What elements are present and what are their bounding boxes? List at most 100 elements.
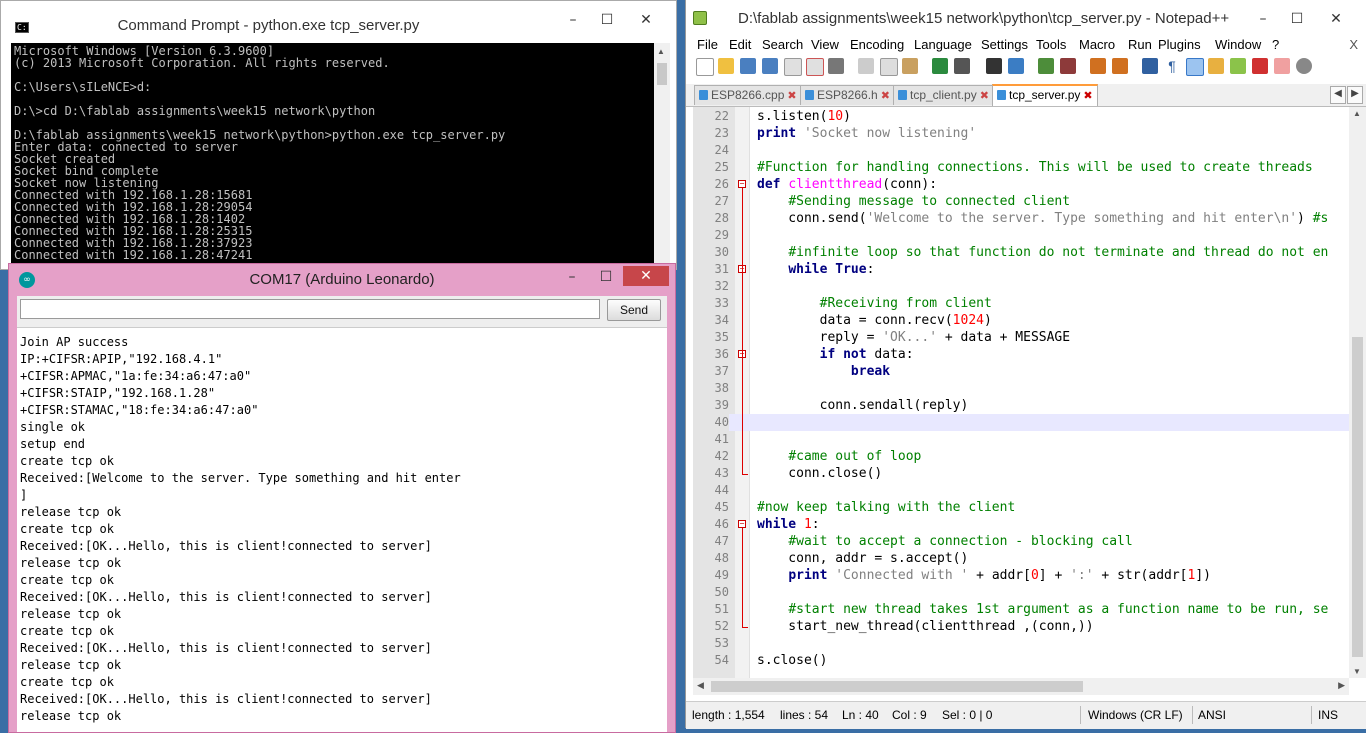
menu-plugins[interactable]: Plugins: [1158, 37, 1201, 52]
notepad-plus-plus-window[interactable]: D:\fablab assignments\week15 network\pyt…: [685, 0, 1366, 729]
menu-language[interactable]: Language: [914, 37, 972, 52]
maximize-icon[interactable]: ☐: [590, 9, 624, 31]
minimize-icon[interactable]: –: [556, 9, 590, 31]
zoom-in-icon[interactable]: [1038, 58, 1054, 74]
replace-icon[interactable]: [1008, 58, 1024, 74]
document-map-icon[interactable]: [1230, 58, 1246, 74]
cmd-scroll-thumb[interactable]: [657, 63, 667, 85]
code-line-39[interactable]: 39 conn.sendall(reply): [693, 397, 1349, 414]
code-line-26[interactable]: 26 def clientthread(conn): −: [693, 176, 1349, 193]
tab-tcp-server[interactable]: tcp_server.py ✖: [992, 84, 1098, 106]
code-line-45[interactable]: 45 #now keep talking with the client: [693, 499, 1349, 516]
tab-scroll-left-icon[interactable]: ◀: [1330, 86, 1346, 104]
zoom-out-icon[interactable]: [1060, 58, 1076, 74]
menu-tools[interactable]: Tools: [1036, 37, 1066, 52]
code-line-52[interactable]: 52 start_new_thread(clientthread ,(conn,…: [693, 618, 1349, 635]
scroll-down-icon[interactable]: ▼: [1353, 667, 1361, 676]
editor-vertical-scrollbar[interactable]: ▲ ▼: [1349, 107, 1366, 678]
tab-scroll-right-icon[interactable]: ▶: [1347, 86, 1363, 104]
code-line-40[interactable]: 40: [693, 414, 1349, 431]
menu-help[interactable]: ?: [1272, 37, 1279, 52]
menu-edit[interactable]: Edit: [729, 37, 751, 52]
save-all-icon[interactable]: [762, 58, 778, 74]
code-line-41[interactable]: 41: [693, 431, 1349, 448]
code-editor[interactable]: 22 s.listen(10) 23 print 'Socket now listen…: [693, 107, 1349, 678]
close-icon[interactable]: ✕: [624, 9, 668, 31]
code-line-44[interactable]: 44: [693, 482, 1349, 499]
code-line-51[interactable]: 51 #start new thread takes 1st argument …: [693, 601, 1349, 618]
code-line-42[interactable]: 42 #came out of loop: [693, 448, 1349, 465]
code-line-32[interactable]: 32: [693, 278, 1349, 295]
arduino-titlebar[interactable]: ∞ COM17 (Arduino Leonardo) – ☐ ✕: [9, 264, 675, 296]
tab-close-icon[interactable]: ✖: [881, 90, 890, 102]
show-all-characters-icon[interactable]: ¶: [1164, 58, 1180, 74]
code-line-36[interactable]: 36 if not data:−: [693, 346, 1349, 363]
code-line-30[interactable]: 30 #infinite loop so that function do no…: [693, 244, 1349, 261]
indent-guide-icon[interactable]: [1186, 58, 1204, 76]
close-file-icon[interactable]: [784, 58, 802, 76]
arduino-serial-monitor-window[interactable]: ∞ COM17 (Arduino Leonardo) – ☐ ✕ Send Jo…: [8, 263, 676, 733]
code-line-50[interactable]: 50: [693, 584, 1349, 601]
scroll-up-icon[interactable]: ▲: [1353, 109, 1361, 118]
playback-icon[interactable]: [1296, 58, 1312, 74]
menu-search[interactable]: Search: [762, 37, 803, 52]
code-line-28[interactable]: 28 conn.send('Welcome to the server. Typ…: [693, 210, 1349, 227]
maximize-icon[interactable]: ☐: [589, 266, 623, 288]
cmd-titlebar[interactable]: C: Command Prompt - python.exe tcp_serve…: [1, 1, 676, 39]
vertical-scroll-thumb[interactable]: [1352, 337, 1363, 657]
menu-settings[interactable]: Settings: [981, 37, 1028, 52]
cmd-scrollbar[interactable]: ▲: [654, 43, 670, 268]
code-line-49[interactable]: 49 print 'Connected with ' + addr[0] + '…: [693, 567, 1349, 584]
save-icon[interactable]: [740, 58, 756, 74]
copy-icon[interactable]: [880, 58, 898, 76]
serial-send-input[interactable]: [20, 299, 600, 319]
close-icon[interactable]: ✕: [1314, 8, 1358, 30]
code-line-37[interactable]: 37 break: [693, 363, 1349, 380]
code-line-22[interactable]: 22 s.listen(10): [693, 108, 1349, 125]
sync-horizontal-icon[interactable]: [1112, 58, 1128, 74]
code-line-25[interactable]: 25 #Function for handling connections. Th…: [693, 159, 1349, 176]
menu-macro[interactable]: Macro: [1079, 37, 1115, 52]
fold-toggle-icon[interactable]: −: [738, 520, 746, 528]
code-line-24[interactable]: 24: [693, 142, 1349, 159]
close-document-icon[interactable]: X: [1349, 37, 1358, 52]
redo-icon[interactable]: [954, 58, 970, 74]
code-line-35[interactable]: 35 reply = 'OK...' + data + MESSAGE: [693, 329, 1349, 346]
sync-vertical-icon[interactable]: [1090, 58, 1106, 74]
code-line-31[interactable]: 31 while True:−: [693, 261, 1349, 278]
menu-window[interactable]: Window: [1215, 37, 1261, 52]
npp-titlebar[interactable]: D:\fablab assignments\week15 network\pyt…: [686, 0, 1366, 34]
minimize-icon[interactable]: –: [1246, 8, 1280, 30]
menu-view[interactable]: View: [811, 37, 839, 52]
tab-esp8266-h[interactable]: ESP8266.h ✖: [800, 85, 895, 105]
editor-horizontal-scrollbar[interactable]: ◀ ▶: [693, 678, 1349, 695]
tab-close-icon[interactable]: ✖: [980, 90, 989, 102]
fold-toggle-icon[interactable]: −: [738, 180, 746, 188]
print-icon[interactable]: [828, 58, 844, 74]
code-line-53[interactable]: 53: [693, 635, 1349, 652]
code-line-43[interactable]: 43 conn.close(): [693, 465, 1349, 482]
code-line-29[interactable]: 29: [693, 227, 1349, 244]
paste-icon[interactable]: [902, 58, 918, 74]
scroll-up-icon[interactable]: ▲: [657, 47, 665, 56]
close-icon[interactable]: ✕: [623, 266, 669, 286]
code-line-54[interactable]: 54 s.close(): [693, 652, 1349, 669]
serial-output-area[interactable]: Join AP success IP:+CIFSR:APIP,"192.168.…: [17, 327, 667, 732]
menu-run[interactable]: Run: [1128, 37, 1152, 52]
code-line-33[interactable]: 33 #Receiving from client: [693, 295, 1349, 312]
maximize-icon[interactable]: ☐: [1280, 8, 1314, 30]
command-prompt-window[interactable]: C: Command Prompt - python.exe tcp_serve…: [0, 0, 677, 270]
cmd-console[interactable]: Microsoft Windows [Version 6.3.9600] (c)…: [11, 43, 654, 268]
word-wrap-icon[interactable]: [1142, 58, 1158, 74]
function-list-icon[interactable]: [1252, 58, 1268, 74]
menu-file[interactable]: File: [697, 37, 718, 52]
minimize-icon[interactable]: –: [555, 266, 589, 288]
undo-icon[interactable]: [932, 58, 948, 74]
open-file-icon[interactable]: [718, 58, 734, 74]
tab-close-icon[interactable]: ✖: [787, 90, 796, 102]
menu-encoding[interactable]: Encoding: [850, 37, 904, 52]
scroll-right-icon[interactable]: ▶: [1338, 680, 1345, 691]
user-language-icon[interactable]: [1208, 58, 1224, 74]
code-line-47[interactable]: 47 #wait to accept a connection - blocki…: [693, 533, 1349, 550]
code-line-27[interactable]: 27 #Sending message to connected client: [693, 193, 1349, 210]
